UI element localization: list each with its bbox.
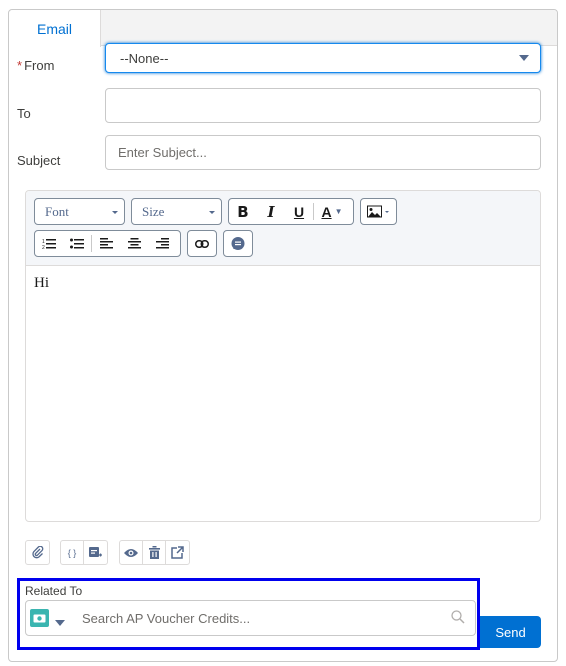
attach-icon[interactable]	[26, 541, 49, 564]
image-button[interactable]	[360, 198, 397, 225]
chevron-down-icon[interactable]	[55, 620, 65, 626]
svg-text:2: 2	[42, 245, 45, 250]
image-icon	[361, 199, 396, 224]
template-group: { }	[60, 540, 108, 565]
popout-icon[interactable]	[166, 541, 189, 564]
email-body[interactable]: Hi	[34, 275, 49, 292]
italic-icon[interactable]: I	[257, 199, 285, 224]
chevron-down-icon	[209, 211, 215, 214]
related-to-label: Related To	[25, 584, 83, 598]
font-color-icon[interactable]: A ▼	[314, 199, 350, 224]
insert-template-icon[interactable]	[84, 541, 107, 564]
chevron-down-icon	[112, 211, 118, 214]
comment-icon	[224, 231, 252, 256]
size-select-label: Size	[142, 203, 165, 219]
related-to-lookup	[25, 600, 476, 636]
font-select-label: Font	[45, 203, 69, 219]
underline-icon[interactable]: U	[285, 199, 313, 224]
from-select-value: --None--	[120, 51, 169, 66]
preview-icon[interactable]	[120, 541, 143, 564]
required-marker: *	[17, 58, 23, 73]
tab-email[interactable]: Email	[9, 10, 101, 47]
from-select[interactable]: --None--	[105, 43, 541, 73]
text-format-group: B I U A ▼	[228, 198, 354, 225]
object-type-icon[interactable]	[30, 609, 49, 627]
search-icon	[451, 610, 465, 629]
rich-text-editor: Font Size B I U A ▼ 12 Hi	[25, 190, 541, 522]
attach-group	[25, 540, 50, 565]
subject-field	[105, 135, 541, 170]
chevron-down-icon	[519, 55, 529, 61]
numbered-list-icon[interactable]: 12	[35, 231, 63, 256]
size-select[interactable]: Size	[131, 198, 222, 225]
preview-group	[119, 540, 190, 565]
send-button[interactable]: Send	[480, 616, 541, 648]
merge-field-icon[interactable]: { }	[61, 541, 84, 564]
align-center-icon[interactable]	[120, 231, 148, 256]
bulleted-list-icon[interactable]	[63, 231, 91, 256]
delete-icon[interactable]	[143, 541, 166, 564]
font-select[interactable]: Font	[34, 198, 125, 225]
link-icon	[188, 231, 216, 256]
to-label: To	[17, 106, 31, 121]
to-input[interactable]	[105, 88, 541, 123]
align-right-icon[interactable]	[148, 231, 176, 256]
list-align-group: 12	[34, 230, 181, 257]
bold-icon[interactable]: B	[229, 199, 257, 224]
tab-bar: Email	[9, 10, 557, 47]
related-to-search-input[interactable]	[80, 601, 440, 635]
comment-button[interactable]	[223, 230, 253, 257]
subject-label: Subject	[17, 153, 61, 168]
link-button[interactable]	[187, 230, 217, 257]
from-label-text: From	[24, 58, 55, 73]
editor-toolbar: Font Size B I U A ▼ 12	[26, 191, 540, 266]
from-label: * From	[17, 58, 54, 73]
subject-input[interactable]	[106, 136, 540, 169]
align-left-icon[interactable]	[92, 231, 120, 256]
